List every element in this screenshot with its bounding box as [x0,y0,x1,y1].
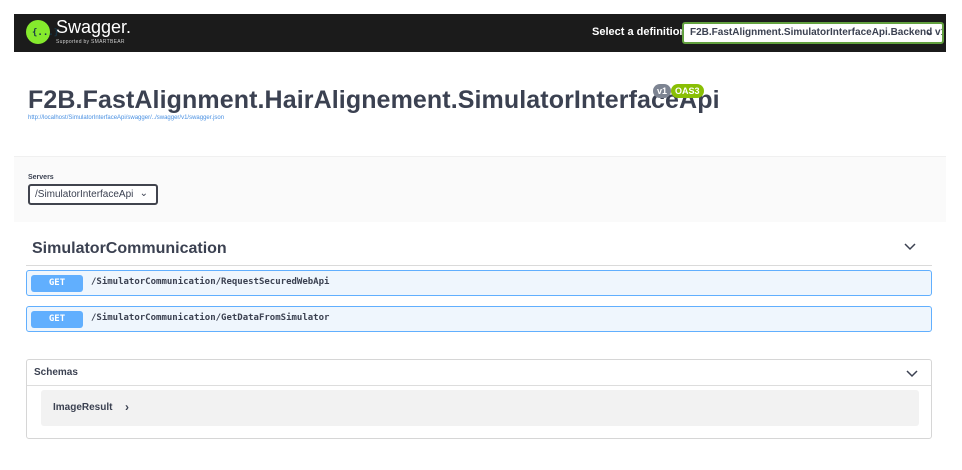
definition-select-value: F2B.FastAlignment.SimulatorInterfaceApi.… [690,27,944,38]
servers-select[interactable]: /SimulatorInterfaceApi ⌄ [28,184,158,205]
brand-name[interactable]: Swagger. [56,17,131,38]
tag-section-header[interactable]: SimulatorCommunication [26,232,932,266]
method-badge: GET [31,275,83,292]
definition-select[interactable]: F2B.FastAlignment.SimulatorInterfaceApi.… [682,22,944,44]
definition-label: Select a definition [592,26,687,38]
tag-title: SimulatorCommunication [32,240,227,257]
schemas-header[interactable]: Schemas [27,360,931,386]
opblock-get[interactable]: GET /SimulatorCommunication/GetDataFromS… [26,306,932,332]
method-badge: GET [31,311,83,328]
model-container[interactable]: ImageResult › [41,390,919,426]
servers-label: Servers [28,174,54,181]
version-badge: v1 [653,84,672,98]
model-name: ImageResult [53,402,113,413]
api-title: F2B.FastAlignment.HairAlignement.Simulat… [28,86,720,114]
schemas-title: Schemas [34,367,78,378]
chevron-down-icon: ⌄ [925,27,934,38]
swagger-logo-icon[interactable]: {...} [26,20,59,44]
operation-path: /SimulatorCommunication/GetDataFromSimul… [91,313,330,323]
operation-path: /SimulatorCommunication/RequestSecuredWe… [91,277,330,287]
oas-badge: OAS3 [671,84,704,98]
schemas-section: Schemas ImageResult › [26,359,932,439]
opblock-get[interactable]: GET /SimulatorCommunication/RequestSecur… [26,270,932,296]
topbar: {...} Swagger. Supported by SMARTBEAR Se… [14,14,946,52]
chevron-down-icon: ⌄ [139,188,148,199]
servers-select-value: /SimulatorInterfaceApi [35,189,134,200]
chevron-down-icon [904,243,916,251]
chevron-right-icon: › [125,400,129,414]
brand-subtitle: Supported by SMARTBEAR [56,39,125,45]
spec-url-link[interactable]: http://localhost/SimulatorInterfaceApi/s… [28,115,224,121]
chevron-down-icon [906,370,918,378]
